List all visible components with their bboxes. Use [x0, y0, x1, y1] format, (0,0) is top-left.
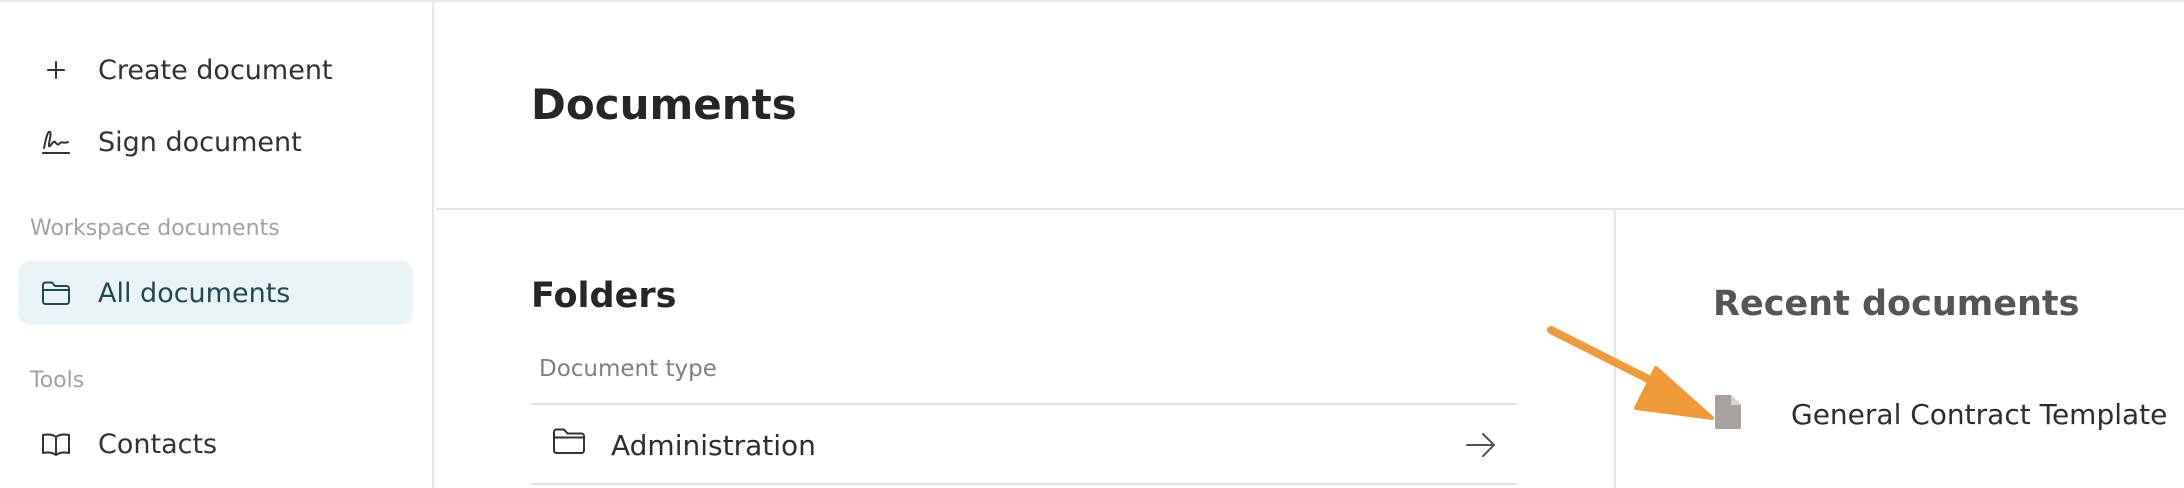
sign-document-button[interactable]: Sign document — [18, 110, 413, 174]
create-document-button[interactable]: Create document — [18, 38, 413, 102]
signature-icon — [40, 126, 72, 158]
sign-document-label: Sign document — [98, 126, 302, 158]
workspace-section-heading: Workspace documents — [30, 216, 280, 241]
page-title: Documents — [531, 80, 797, 129]
tools-section-heading: Tools — [30, 368, 85, 393]
book-icon — [40, 428, 72, 460]
folder-icon — [40, 277, 72, 309]
recent-document-item[interactable]: General Contract Template — [1713, 390, 2183, 440]
recent-documents-heading: Recent documents — [1713, 284, 2080, 324]
folder-label: Administration — [611, 429, 816, 462]
folders-panel: Folders Document type Administration — [436, 210, 1616, 488]
sidebar-item-contacts[interactable]: Contacts — [18, 412, 413, 476]
column-header-document-type[interactable]: Document type — [539, 356, 717, 382]
arrow-right-icon[interactable] — [1465, 431, 1497, 463]
page-header: Documents — [436, 2, 2184, 210]
app-window: Create document Sign document Workspace … — [0, 0, 2184, 488]
sidebar-item-all-documents[interactable]: All documents — [18, 261, 413, 325]
recent-documents-panel: Recent documents General Contract Templa… — [1618, 210, 2184, 488]
folder-row-administration[interactable]: Administration — [531, 405, 1517, 485]
folders-heading: Folders — [531, 276, 677, 316]
plus-icon — [40, 54, 72, 86]
document-icon — [1713, 394, 1743, 434]
create-document-label: Create document — [98, 54, 333, 86]
recent-document-label: General Contract Template — [1791, 398, 2168, 431]
sidebar-item-label: All documents — [98, 277, 291, 309]
sidebar-item-label: Contacts — [98, 428, 218, 460]
sidebar: Create document Sign document Workspace … — [0, 2, 434, 488]
main-content: Documents Folders Document type Administ… — [436, 2, 2184, 488]
folder-icon — [551, 425, 587, 461]
